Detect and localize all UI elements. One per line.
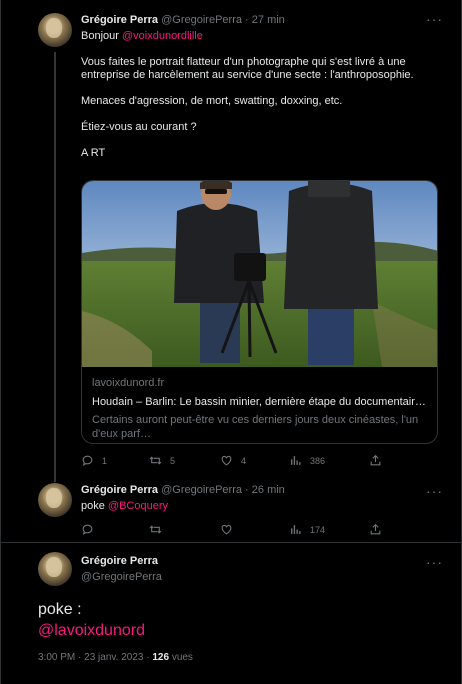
retweet-count: 5 — [170, 455, 176, 466]
tweet-thread: Grégoire Perra @GregoirePerra · 27 min ·… — [0, 0, 462, 684]
like-icon — [221, 455, 232, 466]
reply-button[interactable]: 1 — [81, 454, 107, 467]
author-name[interactable]: Grégoire Perra — [81, 484, 158, 496]
reply-count: 1 — [102, 455, 108, 466]
card-image[interactable] — [82, 181, 437, 367]
avatar[interactable] — [38, 13, 72, 47]
author-name[interactable]: Grégoire Perra — [81, 14, 158, 26]
tweet-line: poke : — [38, 601, 82, 618]
paragraph: Vous faites le portrait flatteur d'un ph… — [81, 56, 414, 81]
author-handle[interactable]: @GregoirePerra — [161, 484, 242, 496]
tweet-text: Bonjour @voixdunordlille Vous faites le … — [81, 30, 441, 160]
paragraph: A RT — [81, 147, 106, 159]
tweet-word: poke — [81, 500, 108, 512]
avatar[interactable] — [38, 552, 72, 586]
tweet-header: Grégoire Perra @GregoirePerra · 27 min — [81, 14, 285, 26]
views-count: 174 — [310, 524, 326, 535]
views-icon — [291, 456, 301, 465]
mention-link[interactable]: @BCoquery — [108, 500, 168, 512]
more-icon[interactable]: ··· — [426, 555, 443, 569]
views-button[interactable]: 174 — [289, 523, 325, 536]
reply-button[interactable] — [81, 523, 94, 536]
tweet-text: poke : @lavoixdunord — [38, 599, 145, 641]
reply-icon — [82, 524, 93, 535]
paragraph: Menaces d'agression, de mort, swatting, … — [81, 95, 343, 107]
tweet-time[interactable]: 3:00 PM — [38, 652, 75, 663]
views-count: 386 — [310, 455, 326, 466]
tweet-1[interactable]: Grégoire Perra @GregoirePerra · 27 min ·… — [1, 0, 461, 482]
retweet-button[interactable]: 5 — [149, 454, 175, 467]
views-icon — [291, 525, 301, 534]
views-button[interactable]: 386 — [289, 454, 325, 467]
like-icon — [221, 524, 232, 535]
timestamp-row: 3:00 PM · 23 janv. 2023 · 126 vues — [38, 652, 193, 663]
tweet-time[interactable]: 27 min — [252, 14, 285, 26]
share-icon — [370, 454, 381, 466]
like-button[interactable] — [220, 523, 233, 536]
retweet-icon — [149, 525, 162, 534]
card-photo-illustration — [82, 181, 437, 367]
tweet-date[interactable]: 23 janv. 2023 — [84, 652, 143, 663]
retweet-button[interactable] — [149, 523, 162, 536]
card-description: Certains auront peut-être vu ces dernier… — [92, 414, 419, 440]
views-count: 126 — [152, 652, 170, 663]
mention-link[interactable]: @voixdunordlille — [122, 30, 203, 42]
author-handle[interactable]: @GregoirePerra — [161, 14, 242, 26]
card-domain: lavoixdunord.fr — [92, 377, 165, 389]
mention-link[interactable]: @lavoixdunord — [38, 620, 145, 641]
like-count: 4 — [241, 455, 247, 466]
tweet-header: Grégoire Perra @GregoirePerra · 26 min — [81, 484, 285, 496]
share-button[interactable] — [369, 523, 382, 536]
separator: · — [245, 14, 249, 26]
card-meta: lavoixdunord.fr Houdain – Barlin: Le bas… — [82, 367, 437, 443]
more-icon[interactable]: ··· — [426, 12, 443, 26]
avatar[interactable] — [38, 483, 72, 517]
reply-icon — [82, 455, 93, 466]
tweet-3-focused[interactable]: Grégoire Perra @GregoirePerra ··· poke :… — [1, 542, 461, 684]
retweet-icon — [149, 456, 162, 465]
tweet-2[interactable]: Grégoire Perra @GregoirePerra · 26 min ·… — [1, 480, 461, 542]
greeting: Bonjour — [81, 30, 122, 42]
share-icon — [370, 523, 381, 535]
more-icon[interactable]: ··· — [426, 484, 443, 498]
author-name-text[interactable]: Grégoire Perra — [81, 555, 158, 567]
link-card[interactable]: lavoixdunord.fr Houdain – Barlin: Le bas… — [81, 180, 438, 444]
author-name[interactable]: Grégoire Perra — [81, 555, 158, 567]
thread-line — [54, 52, 56, 482]
share-button[interactable] — [369, 454, 382, 467]
like-button[interactable]: 4 — [220, 454, 246, 467]
separator: · — [245, 484, 249, 496]
author-handle[interactable]: @GregoirePerra — [81, 571, 162, 583]
views-label: vues — [171, 652, 193, 663]
tweet-time[interactable]: 26 min — [252, 484, 285, 496]
card-title: Houdain – Barlin: Le bassin minier, dern… — [92, 396, 429, 408]
tweet-text: poke @BCoquery — [81, 500, 168, 513]
paragraph: Étiez-vous au courant ? — [81, 121, 197, 133]
